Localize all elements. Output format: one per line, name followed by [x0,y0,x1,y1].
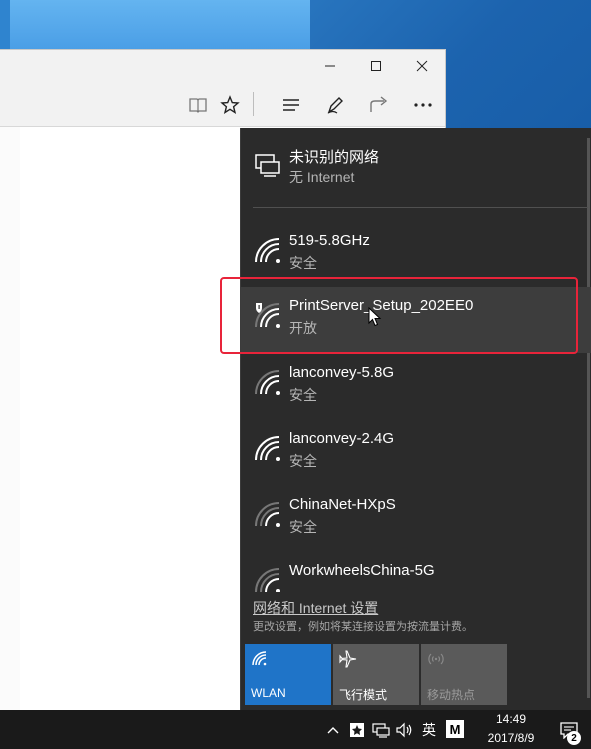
ime-language-indicator[interactable]: 英 [418,710,440,749]
wlan-tile[interactable]: WLAN [245,644,331,705]
wifi-status: 安全 [289,519,317,535]
share-icon[interactable] [364,90,394,120]
wifi-icon [253,434,283,464]
hotspot-icon [427,650,445,668]
wifi-name: lanconvey-5.8G [289,364,395,381]
mouse-cursor-icon [368,306,382,327]
wifi-name: ChinaNet-HXpS [289,496,396,513]
more-icon[interactable] [408,90,438,120]
wifi-icon [251,650,269,668]
wifi-network-item[interactable]: lanconvey-2.4G 安全 [241,420,591,486]
notification-count-badge: 2 [567,731,581,745]
airplane-icon [339,650,357,668]
tile-label: 飞行模式 [339,688,388,702]
wifi-name: lanconvey-2.4G [289,430,395,447]
favorite-star-icon[interactable] [215,90,245,120]
title-bar[interactable] [0,50,445,82]
clock-date[interactable]: 2017/8/9 [480,731,542,745]
taskbar: 英 M 14:49 2017/8/9 2 [0,710,591,749]
wifi-network-item[interactable]: WorkwheelsChina-5G [241,552,591,592]
chevron-up-icon[interactable] [322,710,344,749]
airplane-mode-tile[interactable]: 飞行模式 [333,644,419,705]
wifi-network-item[interactable]: ChinaNet-HXpS 安全 [241,486,591,552]
minimize-icon[interactable] [307,50,353,82]
close-icon[interactable] [399,50,445,82]
highlight-annotation [220,277,578,354]
wallpaper-highlight [0,0,310,50]
clock-time[interactable]: 14:49 [486,712,536,726]
wifi-icon [253,236,283,266]
network-settings-link[interactable]: 网络和 Internet 设置 [253,598,378,618]
tile-label: WLAN [251,686,286,700]
wifi-status: 安全 [289,387,317,403]
wifi-status: 安全 [289,453,317,469]
network-status: 无 Internet [289,169,355,185]
wifi-status: 安全 [289,255,317,271]
network-settings-description: 更改设置，例如将某连接设置为按流量计费。 [253,621,473,633]
ime-mode-indicator[interactable]: M [446,720,464,738]
network-flyout: 未识别的网络 无 Internet 519-5.8GHz 安全 PrintSer… [240,128,591,710]
page-margin [0,127,20,710]
mobile-hotspot-tile[interactable]: 移动热点 [421,644,507,705]
wifi-icon [253,500,283,530]
wifi-network-item[interactable]: lanconvey-5.8G 安全 [241,354,591,420]
toolbar-separator [253,92,254,116]
ethernet-icon [253,150,283,180]
browser-toolbar [0,82,445,127]
network-name: 未识别的网络 [289,149,380,166]
app-tray-icon[interactable] [346,710,368,749]
wifi-icon [253,566,283,592]
network-icon[interactable] [370,710,392,749]
tile-label: 移动热点 [427,688,476,702]
section-divider [253,207,588,208]
wifi-name: 519-5.8GHz [289,232,370,249]
volume-icon[interactable] [394,710,416,749]
wallpaper-edge [0,0,10,50]
current-network[interactable]: 未识别的网络 无 Internet [241,136,591,202]
wifi-icon [253,368,283,398]
hub-icon[interactable] [276,90,306,120]
maximize-icon[interactable] [353,50,399,82]
reading-view-icon[interactable] [183,90,213,120]
web-note-icon[interactable] [320,90,350,120]
wifi-name: WorkwheelsChina-5G [289,562,435,579]
